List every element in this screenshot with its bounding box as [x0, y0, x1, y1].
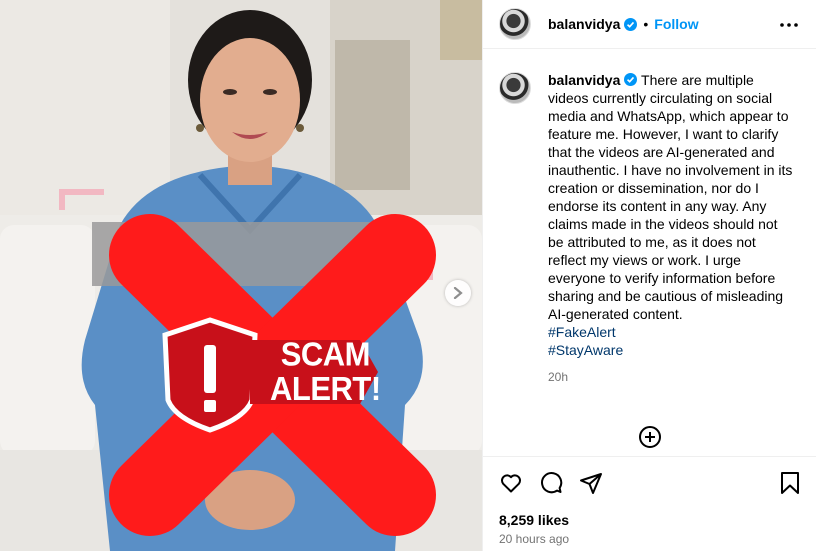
like-heart-icon[interactable] [499, 471, 523, 495]
post-image [0, 0, 482, 551]
post-media[interactable]: SCAM ALERT! [0, 0, 482, 551]
likes-count[interactable]: 8,259 likes [499, 512, 569, 528]
scam-alert-line1: SCAM [280, 335, 371, 374]
caption-text: There are multiple videos currently circ… [548, 72, 793, 322]
verified-badge-icon [624, 73, 638, 86]
separator-dot: • [643, 16, 649, 32]
header-username[interactable]: balanvidya [548, 16, 620, 32]
post-header: balanvidya • Follow [483, 0, 816, 49]
hashtag-fakealert[interactable]: #FakeAlert [548, 323, 793, 341]
caption-avatar[interactable] [499, 72, 531, 104]
chevron-right-icon [453, 287, 463, 299]
follow-button[interactable]: Follow [654, 16, 698, 32]
avatar[interactable] [499, 8, 531, 40]
verified-badge-icon [624, 17, 638, 31]
hashtag-stayaware[interactable]: #StayAware [548, 341, 793, 359]
more-options-icon[interactable] [780, 16, 798, 30]
scam-alert-overlay: SCAM ALERT! [270, 337, 381, 406]
next-media-button[interactable] [445, 280, 471, 306]
post-timestamp[interactable]: 20 hours ago [499, 532, 569, 546]
caption: balanvidya There are multiple videos cur… [548, 71, 793, 386]
save-bookmark-icon[interactable] [779, 471, 801, 495]
comment-icon[interactable] [539, 471, 563, 495]
add-comment-icon[interactable] [638, 425, 662, 449]
action-bar [483, 456, 816, 509]
caption-time: 20h [548, 370, 569, 384]
scam-alert-line2: ALERT! [270, 369, 381, 408]
post-side-panel: balanvidya • Follow balanvidya There are… [482, 0, 816, 551]
share-icon[interactable] [579, 471, 603, 495]
caption-username[interactable]: balanvidya [548, 72, 620, 88]
